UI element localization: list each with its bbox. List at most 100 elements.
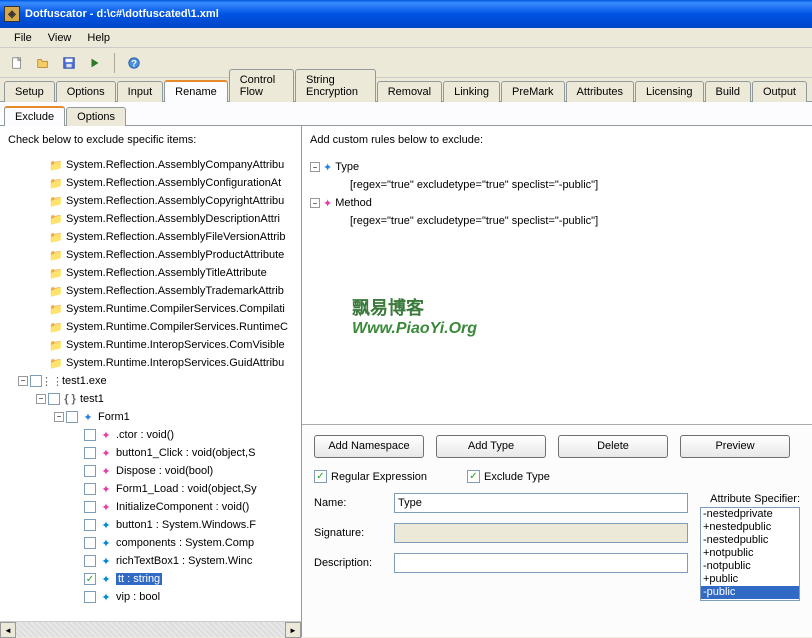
checkbox[interactable]: ✓ (84, 573, 96, 585)
exclude-type-checkbox[interactable]: ✓Exclude Type (467, 470, 550, 483)
attr-option[interactable]: -nestedpublic (701, 534, 799, 547)
tree-row[interactable]: 📁System.Reflection.AssemblyConfiguration… (0, 174, 301, 192)
checkbox[interactable] (84, 483, 96, 495)
tree-row[interactable]: 📁System.Reflection.AssemblyFileVersionAt… (0, 228, 301, 246)
checkbox[interactable] (84, 555, 96, 567)
name-input[interactable] (394, 493, 688, 513)
attr-option[interactable]: +public (701, 573, 799, 586)
collapse-icon[interactable]: − (310, 198, 320, 208)
tree-row[interactable]: ✓✦tt : string (0, 570, 301, 588)
checkbox[interactable] (66, 411, 78, 423)
tree-row[interactable]: ✦button1_Click : void(object,S (0, 444, 301, 462)
tab-rename[interactable]: Rename (164, 80, 228, 102)
checkbox[interactable] (84, 519, 96, 531)
tab-premark[interactable]: PreMark (501, 81, 565, 102)
scroll-right[interactable]: ► (285, 622, 301, 638)
tab-setup[interactable]: Setup (4, 81, 55, 102)
tree-row[interactable]: ✦button1 : System.Windows.F (0, 516, 301, 534)
hscrollbar[interactable]: ◄ ► (0, 621, 301, 637)
toggle-icon[interactable]: − (54, 412, 64, 422)
checkbox[interactable] (84, 591, 96, 603)
tree-row[interactable]: 📁System.Runtime.InteropServices.ComVisib… (0, 336, 301, 354)
tree-row[interactable]: −✦Form1 (0, 408, 301, 426)
new-button[interactable] (6, 52, 28, 74)
scroll-left[interactable]: ◄ (0, 622, 16, 638)
tab-attributes[interactable]: Attributes (566, 81, 634, 102)
tree-label: button1 : System.Windows.F (116, 519, 256, 531)
checkbox[interactable] (84, 447, 96, 459)
tree-row[interactable]: 📁System.Runtime.CompilerServices.Runtime… (0, 318, 301, 336)
class-icon: ✦ (80, 411, 96, 424)
tree-row[interactable]: 📁System.Reflection.AssemblyTrademarkAttr… (0, 282, 301, 300)
attr-option[interactable]: -public (701, 586, 799, 599)
subtab-options[interactable]: Options (66, 107, 126, 126)
tab-removal[interactable]: Removal (377, 81, 442, 102)
delete-button[interactable]: Delete (558, 435, 668, 458)
description-input[interactable] (394, 553, 688, 573)
tab-options[interactable]: Options (56, 81, 116, 102)
help-button[interactable]: ? (123, 52, 145, 74)
subtab-exclude[interactable]: Exclude (4, 106, 65, 126)
tree-row[interactable]: ✦Dispose : void(bool) (0, 462, 301, 480)
tab-output[interactable]: Output (752, 81, 807, 102)
tree-row[interactable]: ✦vip : bool (0, 588, 301, 606)
attr-option[interactable]: -nestedprivate (701, 508, 799, 521)
preview-button[interactable]: Preview (680, 435, 790, 458)
method-icon: ✦ (323, 197, 332, 210)
tree-row[interactable]: 📁System.Reflection.AssemblyDescriptionAt… (0, 210, 301, 228)
save-button[interactable] (58, 52, 80, 74)
watermark: 飘易博客 Www.PiaoYi.Org (352, 294, 477, 338)
regex-checkbox[interactable]: ✓Regular Expression (314, 470, 427, 483)
checkbox[interactable] (84, 537, 96, 549)
attr-option[interactable]: -notpublic (701, 560, 799, 573)
folder-icon: 📁 (48, 159, 64, 172)
menu-view[interactable]: View (40, 30, 80, 46)
toggle-icon[interactable]: − (36, 394, 46, 404)
tree-row[interactable]: 📁System.Reflection.AssemblyTitleAttribut… (0, 264, 301, 282)
tree-row[interactable]: 📁System.Reflection.AssemblyProductAttrib… (0, 246, 301, 264)
tree-row[interactable]: ✦InitializeComponent : void() (0, 498, 301, 516)
rule-type-detail[interactable]: [regex="true" excludetype="true" speclis… (350, 179, 598, 191)
tree-label: System.Reflection.AssemblyProductAttribu… (66, 249, 284, 261)
tree-row[interactable]: −{ }test1 (0, 390, 301, 408)
field-icon: ✦ (98, 555, 114, 568)
folder-icon: 📁 (48, 285, 64, 298)
toolbar: ? (0, 48, 812, 78)
attr-specifier-list[interactable]: -nestedprivate+nestedpublic-nestedpublic… (700, 507, 800, 601)
tab-licensing[interactable]: Licensing (635, 81, 703, 102)
menu-file[interactable]: File (6, 30, 40, 46)
run-button[interactable] (84, 52, 106, 74)
collapse-icon[interactable]: − (310, 162, 320, 172)
tree-row[interactable]: −⋮⋮test1.exe (0, 372, 301, 390)
rules-tree[interactable]: −✦Type [regex="true" excludetype="true" … (302, 154, 812, 424)
tree-row[interactable]: ✦.ctor : void() (0, 426, 301, 444)
menu-help[interactable]: Help (79, 30, 118, 46)
tab-string-encryption[interactable]: String Encryption (295, 69, 376, 102)
rule-method[interactable]: Method (335, 197, 372, 209)
tree-row[interactable]: 📁System.Runtime.InteropServices.GuidAttr… (0, 354, 301, 372)
tree-row[interactable]: 📁System.Runtime.CompilerServices.Compila… (0, 300, 301, 318)
checkbox[interactable] (84, 429, 96, 441)
tab-build[interactable]: Build (705, 81, 751, 102)
folder-icon: 📁 (48, 213, 64, 226)
tree-row[interactable]: ✦components : System.Comp (0, 534, 301, 552)
add-type-button[interactable]: Add Type (436, 435, 546, 458)
toggle-icon[interactable]: − (18, 376, 28, 386)
tree-row[interactable]: 📁System.Reflection.AssemblyCopyrightAttr… (0, 192, 301, 210)
exclude-tree[interactable]: 📁System.Reflection.AssemblyCompanyAttrib… (0, 154, 301, 621)
open-button[interactable] (32, 52, 54, 74)
rule-type[interactable]: Type (335, 161, 359, 173)
tree-row[interactable]: ✦Form1_Load : void(object,Sy (0, 480, 301, 498)
tab-input[interactable]: Input (117, 81, 163, 102)
add-namespace-button[interactable]: Add Namespace (314, 435, 424, 458)
checkbox[interactable] (48, 393, 60, 405)
checkbox[interactable] (84, 465, 96, 477)
attr-option[interactable]: +notpublic (701, 547, 799, 560)
attr-option[interactable]: +nestedpublic (701, 521, 799, 534)
rule-method-detail[interactable]: [regex="true" excludetype="true" speclis… (350, 215, 598, 227)
checkbox[interactable] (84, 501, 96, 513)
tree-row[interactable]: 📁System.Reflection.AssemblyCompanyAttrib… (0, 156, 301, 174)
tab-control-flow[interactable]: Control Flow (229, 69, 294, 102)
tree-row[interactable]: ✦richTextBox1 : System.Winc (0, 552, 301, 570)
tab-linking[interactable]: Linking (443, 81, 500, 102)
